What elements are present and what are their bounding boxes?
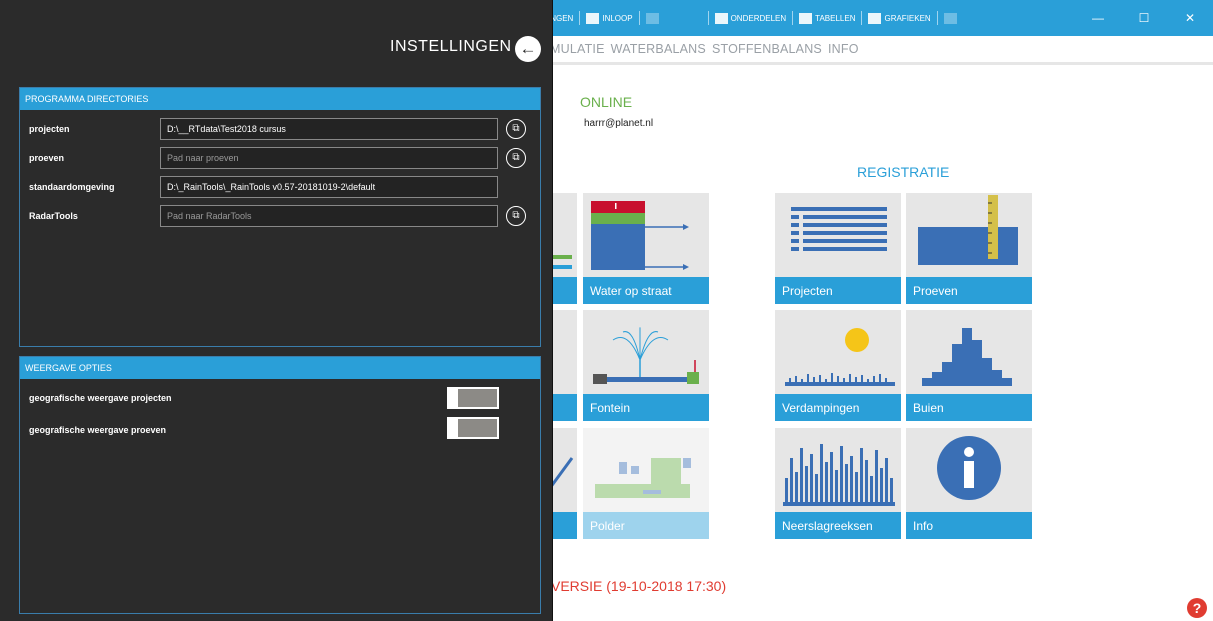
online-status: ONLINE <box>580 94 633 110</box>
help-icon[interactable]: ? <box>1187 598 1207 618</box>
menu-divider <box>550 62 1213 65</box>
menu-item-info[interactable]: INFO <box>828 42 859 56</box>
proeven-path-input[interactable]: Pad naar proeven <box>160 147 498 169</box>
option-label: geografische weergave projecten <box>29 393 172 403</box>
option-label: geografische weergave proeven <box>29 425 167 435</box>
back-button[interactable]: ← <box>515 36 541 62</box>
tile-buien[interactable]: Buien <box>906 310 1032 421</box>
toolbar-item-label: ONDERDELEN <box>730 13 787 23</box>
panel-header: PROGRAMMA DIRECTORIES <box>20 88 540 110</box>
maximize-button[interactable]: ☐ <box>1121 11 1167 25</box>
home-icon <box>714 12 728 24</box>
field-label: standaardomgeving <box>29 182 115 192</box>
toggle-geo-proeven[interactable] <box>447 417 499 439</box>
browse-folder-button[interactable]: ⧉ <box>506 148 526 168</box>
menu-item-waterbalans[interactable]: WATERBALANS <box>611 42 706 56</box>
toggle-geo-projecten[interactable] <box>447 387 499 409</box>
toolbar-divider <box>579 11 581 25</box>
toolbar-item-onderdelen[interactable]: ONDERDELEN <box>714 12 787 24</box>
toolbar-item-disabled <box>645 12 702 24</box>
minimize-button[interactable]: — <box>1075 11 1121 25</box>
app-window: INGEN INLOOP ONDERDELEN TABELLEN GRAFIEK… <box>0 0 1213 621</box>
version-text: VERSIE (19-10-2018 17:30) <box>551 578 727 594</box>
dir-row-projecten: projecten D:\__RTdata\Test2018 cursus ⧉ <box>20 118 540 140</box>
field-label: RadarTools <box>29 211 78 221</box>
toolbar-item-tabellen[interactable]: TABELLEN <box>799 12 856 24</box>
standaardomgeving-path-input[interactable]: D:\_RainTools\_RainTools v0.57-20181019-… <box>160 176 498 198</box>
close-button[interactable]: ✕ <box>1167 11 1213 25</box>
tile-label: Water op straat <box>583 277 709 304</box>
toolbar-item-inloop[interactable]: INLOOP <box>586 12 633 24</box>
toolbar: INGEN INLOOP ONDERDELEN TABELLEN GRAFIEK… <box>548 0 1000 36</box>
projecten-path-input[interactable]: D:\__RTdata\Test2018 cursus <box>160 118 498 140</box>
user-email: harrr@planet.nl <box>584 118 654 129</box>
tile-proeven[interactable]: Proeven <box>906 193 1032 304</box>
toolbar-item-label: INLOOP <box>602 13 633 23</box>
tile-label: Projecten <box>775 277 901 304</box>
tile-label: Buien <box>906 394 1032 421</box>
radartools-path-input[interactable]: Pad naar RadarTools <box>160 205 498 227</box>
tile-label: Proeven <box>906 277 1032 304</box>
toolbar-divider <box>707 11 709 25</box>
tile-label: Polder <box>583 512 709 539</box>
toolbar-item-grafieken[interactable]: GRAFIEKEN <box>868 12 931 24</box>
tile-neerslagreeksen[interactable]: Neerslagreeksen <box>775 428 901 539</box>
display-options-panel: WEERGAVE OPTIES geografische weergave pr… <box>19 356 541 614</box>
toolbar-divider <box>638 11 640 25</box>
arrow-left-icon: ← <box>519 39 537 58</box>
tile-info[interactable]: Info <box>906 428 1032 539</box>
evaporation-icon <box>785 328 895 386</box>
tile-label: Fontein <box>583 394 709 421</box>
toggle-knob <box>449 419 458 437</box>
toggle-knob <box>449 389 458 407</box>
dir-row-proeven: proeven Pad naar proeven ⧉ <box>20 147 540 169</box>
tile-verdampingen[interactable]: Verdampingen <box>775 310 901 421</box>
water-on-street-icon <box>591 201 689 270</box>
tile-label: Verdampingen <box>775 394 901 421</box>
browse-folder-button[interactable]: ⧉ <box>506 119 526 139</box>
menu-item-simulatie[interactable]: MULATIE <box>550 42 605 56</box>
dir-row-standaardomgeving: standaardomgeving D:\_RainTools\_RainToo… <box>20 176 540 198</box>
main-menu: MULATIE WATERBALANS STOFFENBALANS INFO <box>550 42 859 56</box>
generic-icon <box>645 12 659 24</box>
info-icon <box>937 436 1001 500</box>
toolbar-item-label: TABELLEN <box>815 13 856 23</box>
histogram-icon <box>922 328 1012 386</box>
page-title: INSTELLINGEN <box>390 38 512 55</box>
chart-icon <box>868 12 882 24</box>
tile-projecten[interactable]: Projecten <box>775 193 901 304</box>
polder-icon <box>595 458 691 498</box>
toolbar-divider <box>936 11 938 25</box>
fountain-icon <box>593 327 699 384</box>
panel-header: WEERGAVE OPTIES <box>20 357 540 379</box>
toolbar-divider <box>792 11 794 25</box>
directories-panel: PROGRAMMA DIRECTORIES projecten D:\__RTd… <box>19 87 541 347</box>
tile-fontein[interactable]: Fontein <box>583 310 709 421</box>
menu-item-stoffenbalans[interactable]: STOFFENBALANS <box>712 42 822 56</box>
tile-water-op-straat[interactable]: Water op straat <box>583 193 709 304</box>
settings-panel: INSTELLINGEN ← PROGRAMMA DIRECTORIES pro… <box>0 0 553 621</box>
dir-row-radartools: RadarTools Pad naar RadarTools ⧉ <box>20 205 540 227</box>
rainfall-series-icon <box>783 444 895 506</box>
field-label: projecten <box>29 124 70 134</box>
toolbar-item-label: GRAFIEKEN <box>884 13 931 23</box>
inflow-icon <box>586 12 600 24</box>
browse-folder-button[interactable]: ⧉ <box>506 206 526 226</box>
field-label: proeven <box>29 153 65 163</box>
toolbar-item-disabled <box>943 12 1000 24</box>
toolbar-divider <box>861 11 863 25</box>
window-controls: — ☐ ✕ <box>1075 0 1213 36</box>
tile-label: Info <box>906 512 1032 539</box>
list-icon <box>791 207 887 251</box>
tile-label: Neerslagreeksen <box>775 512 901 539</box>
table-icon <box>799 12 813 24</box>
generic-icon <box>943 12 957 24</box>
ruler-icon <box>918 195 1018 265</box>
section-title-registratie: REGISTRATIE <box>857 164 950 180</box>
tile-polder[interactable]: Polder <box>583 428 709 539</box>
